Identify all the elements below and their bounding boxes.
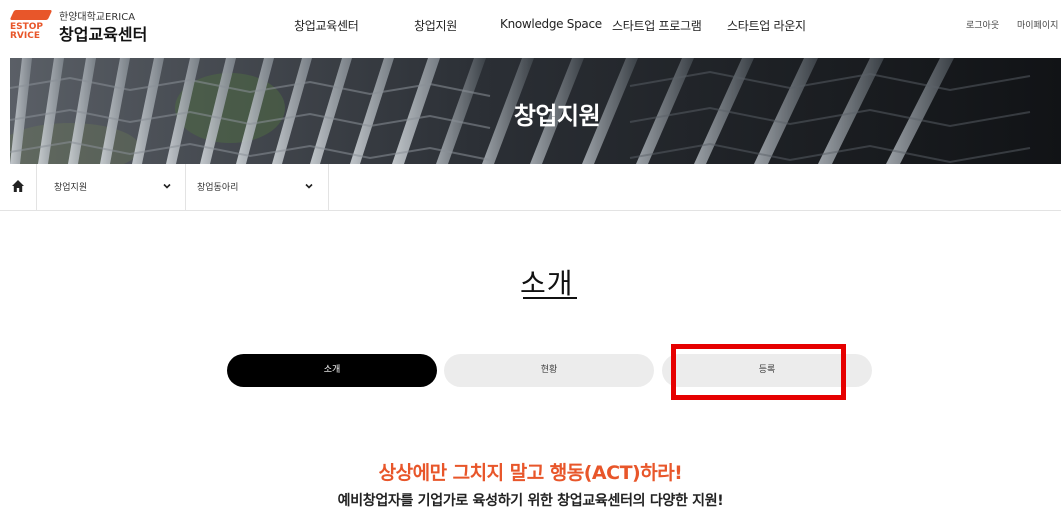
tab-intro[interactable]: 소개: [227, 354, 437, 387]
breadcrumb-select-level1[interactable]: 창업지원: [36, 164, 186, 210]
section-title-underline: [523, 297, 577, 299]
page-banner: 창업지원: [10, 58, 1061, 164]
breadcrumb-select-level2[interactable]: 창업동아리: [184, 164, 329, 210]
breadcrumb: 창업지원 창업동아리: [0, 164, 1061, 211]
chevron-down-icon: [163, 183, 171, 189]
subheadline: 예비창업자를 기업가로 육성하기 위한 창업교육센터의 다양한 지원!: [337, 493, 724, 509]
banner-title: 창업지원: [513, 102, 601, 130]
breadcrumb-level2-label: 창업동아리: [197, 183, 239, 193]
home-icon[interactable]: [11, 179, 25, 193]
nav-startup-support[interactable]: 창업지원: [414, 17, 457, 34]
chevron-down-icon: [305, 183, 313, 189]
logout-link[interactable]: 로그아웃: [966, 18, 999, 31]
nav-knowledge-space[interactable]: Knowledge Space: [500, 17, 602, 31]
logo-bar: [9, 10, 53, 20]
headline: 상상에만 그치지 말고 행동(ACT)하라!: [378, 462, 683, 484]
breadcrumb-level1-label: 창업지원: [54, 183, 88, 193]
nav-startup-lounge[interactable]: 스타트업 라운지: [727, 17, 806, 34]
tab-status[interactable]: 현황: [444, 354, 654, 387]
logo-mark-text-2: RVICE: [10, 31, 40, 41]
nav-startup-education-center[interactable]: 창업교육센터: [294, 17, 359, 34]
site-header: ESTOP RVICE 한양대학교ERICA 창업교육센터 창업교육센터 창업지…: [0, 0, 1061, 52]
logo-mark: ESTOP RVICE: [0, 10, 53, 42]
mypage-link[interactable]: 마이페이지: [1017, 18, 1058, 31]
register-tab-highlight-box: [671, 344, 846, 400]
logo-title: 창업교육센터: [59, 25, 148, 44]
nav-startup-program[interactable]: 스타트업 프로그램: [612, 17, 702, 34]
section-title: 소개: [520, 267, 574, 300]
